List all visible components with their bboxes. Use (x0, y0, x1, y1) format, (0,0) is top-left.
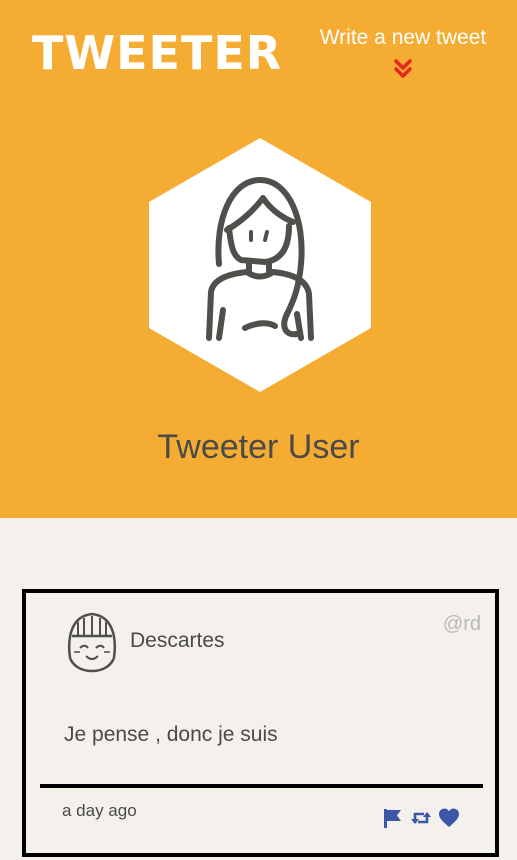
profile-name: Tweeter User (157, 428, 360, 466)
tweet-author-handle: @rd (442, 613, 481, 635)
chevron-double-down-icon[interactable] (392, 58, 414, 80)
tweet-text: Je pense , donc je suis (64, 723, 278, 746)
compose-toggle[interactable]: Write a new tweet (310, 26, 496, 80)
compose-label: Write a new tweet (319, 26, 487, 49)
tweet-divider (40, 784, 483, 788)
author-avatar-icon (68, 612, 116, 673)
tweet-card: Descartes @rd Je pense , donc je suis a … (22, 589, 499, 857)
user-avatar-icon (149, 138, 371, 392)
tweet-author-name: Descartes (130, 629, 225, 652)
tweet-actions (382, 807, 460, 829)
profile-header: TWEETER Write a new tweet Tweeter User (0, 0, 517, 518)
app-logo: TWEETER (32, 26, 283, 80)
tweet-timestamp: a day ago (62, 801, 137, 820)
retweet-icon[interactable] (410, 807, 432, 829)
flag-icon[interactable] (382, 807, 404, 829)
heart-icon[interactable] (438, 807, 460, 829)
